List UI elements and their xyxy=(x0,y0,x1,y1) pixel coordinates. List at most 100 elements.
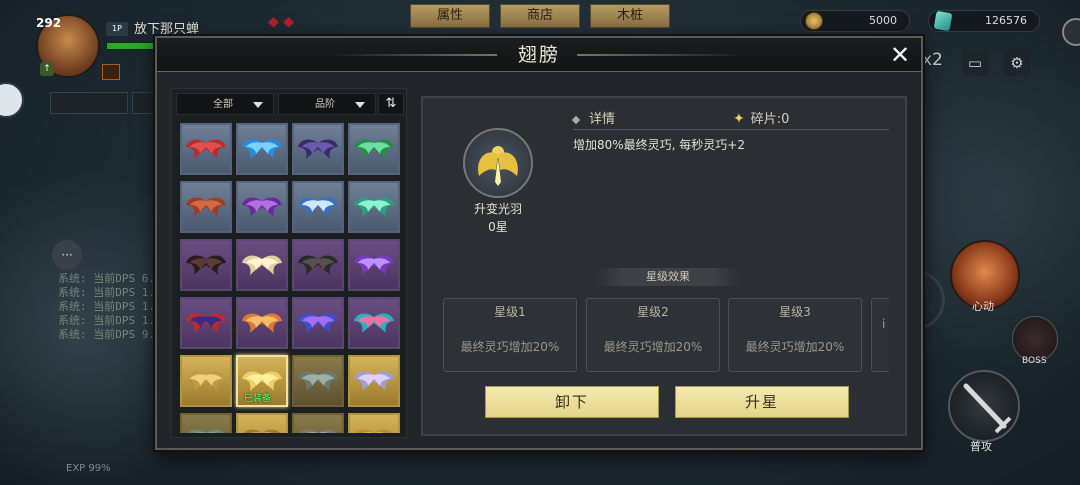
wing-slot[interactable] xyxy=(180,355,232,407)
gold-counter: 5000 xyxy=(800,10,910,32)
wing-slot[interactable] xyxy=(292,181,344,233)
star-card-effect: 最终灵巧增加20% xyxy=(745,340,845,354)
wing-slot[interactable]: 已装备 xyxy=(236,355,288,407)
chat-icon[interactable]: ··· xyxy=(52,240,82,270)
wing-slot[interactable] xyxy=(180,123,232,175)
wing-slot[interactable] xyxy=(292,413,344,433)
wing-slot[interactable] xyxy=(292,297,344,349)
wing-slot[interactable] xyxy=(348,355,400,407)
wing-slot[interactable] xyxy=(292,239,344,291)
skill-label: 心动 xyxy=(972,300,994,313)
wings-modal: 翅膀 ✕ 全部 品阶 ⇅ 已装备 升变光羽 0星 详情 ✦ 碎片:0 增加80%… xyxy=(155,36,923,450)
player-tag: 1P xyxy=(106,22,128,36)
wing-slot[interactable] xyxy=(348,413,400,433)
star-card: i xyxy=(871,298,889,372)
left-tab-2[interactable] xyxy=(132,92,156,114)
wing-slot[interactable] xyxy=(180,239,232,291)
speed-toggle[interactable]: x2 xyxy=(922,50,943,70)
left-tab-1[interactable] xyxy=(50,92,128,114)
wing-icon xyxy=(354,255,394,275)
wing-slot[interactable] xyxy=(292,123,344,175)
category-filter-label: 全部 xyxy=(213,99,233,110)
player-level: 292 xyxy=(36,16,62,30)
wing-slot[interactable] xyxy=(236,413,288,433)
star-effects-header: 星级效果 xyxy=(595,268,741,286)
upgrade-star-button[interactable]: 升星 xyxy=(675,386,849,418)
wing-grid: 已装备 xyxy=(180,123,406,433)
divider xyxy=(573,129,889,130)
wing-slot[interactable] xyxy=(236,297,288,349)
wing-icon xyxy=(298,139,338,159)
wing-icon xyxy=(300,429,336,433)
display-icon[interactable]: ▭ xyxy=(962,50,988,76)
wing-icon xyxy=(186,313,226,333)
sword-icon xyxy=(963,383,1012,434)
wing-icon xyxy=(242,371,282,391)
exp-label: EXP 99% xyxy=(66,463,111,474)
star-card-title: 星级3 xyxy=(779,305,811,319)
wing-icon xyxy=(354,371,394,391)
sort-icon[interactable]: ⇅ xyxy=(378,93,404,115)
wing-slot[interactable] xyxy=(180,181,232,233)
category-filter[interactable]: 全部 xyxy=(176,93,274,115)
wing-icon xyxy=(298,255,338,275)
wing-icon xyxy=(354,139,394,159)
wing-slot[interactable] xyxy=(348,239,400,291)
star-card-title: 星级1 xyxy=(494,305,526,319)
gear-icon[interactable]: ⚙ xyxy=(1004,50,1030,76)
wing-icon xyxy=(354,197,394,217)
gold-value: 5000 xyxy=(869,14,897,27)
equipped-badge: 已装备 xyxy=(244,394,272,404)
tab-dummy[interactable]: 木桩 xyxy=(590,4,670,28)
boss-label: BOSS xyxy=(1022,356,1047,366)
wing-slot[interactable] xyxy=(180,413,232,433)
star-card-effect: 最终灵巧增加20% xyxy=(460,340,560,354)
wing-slot[interactable] xyxy=(292,355,344,407)
header-ornament-left xyxy=(327,54,497,56)
quality-filter-label: 品阶 xyxy=(315,99,335,110)
blood-decoration-icon: ◆ ◆ xyxy=(268,14,294,30)
wing-icon xyxy=(242,139,282,159)
wing-icon xyxy=(186,371,226,391)
gem-counter: 126576 xyxy=(928,10,1040,32)
star-card: 星级3 最终灵巧增加20% xyxy=(728,298,862,372)
modal-header: 翅膀 ✕ xyxy=(157,38,921,72)
tab-attributes[interactable]: 属性 xyxy=(410,4,490,28)
details-header: 详情 xyxy=(571,108,615,127)
wing-icon xyxy=(188,429,224,433)
coin-icon xyxy=(805,12,823,30)
wing-icon xyxy=(186,197,226,217)
wing-description: 增加80%最终灵巧, 每秒灵巧+2 xyxy=(573,138,745,152)
tab-shop[interactable]: 商店 xyxy=(500,4,580,28)
wing-slot[interactable] xyxy=(236,123,288,175)
wing-slot[interactable] xyxy=(180,297,232,349)
player-status-icon: ↑ xyxy=(40,62,54,76)
close-icon[interactable]: ✕ xyxy=(885,40,915,70)
wing-icon xyxy=(186,139,226,159)
wing-slot[interactable] xyxy=(236,181,288,233)
wing-slot[interactable] xyxy=(236,239,288,291)
star-card-title: 星级2 xyxy=(637,305,669,319)
shard-label: 碎片:0 xyxy=(750,112,790,127)
wing-list-panel: 全部 品阶 ⇅ 已装备 xyxy=(171,88,407,438)
wing-icon xyxy=(186,255,226,275)
unequip-button[interactable]: 卸下 xyxy=(485,386,659,418)
diamond-icon xyxy=(571,115,581,124)
wing-slot[interactable] xyxy=(348,123,400,175)
modal-title: 翅膀 xyxy=(517,44,560,66)
quality-filter[interactable]: 品阶 xyxy=(278,93,376,115)
wing-slot[interactable] xyxy=(348,181,400,233)
wing-slot[interactable] xyxy=(348,297,400,349)
chevron-down-icon xyxy=(253,102,263,108)
attack-button[interactable] xyxy=(948,370,1020,442)
attack-label: 普攻 xyxy=(970,440,992,453)
wing-preview xyxy=(463,128,533,198)
star-effects-list[interactable]: 星级1 最终灵巧增加20% 星级2 最终灵巧增加20% 星级3 最终灵巧增加20… xyxy=(443,298,889,374)
log-line: 系统: 当前DPS 9... xyxy=(58,328,169,341)
header-ornament-right xyxy=(577,54,747,56)
shard-counter: ✦ 碎片:0 xyxy=(733,108,789,127)
gem-value: 126576 xyxy=(985,14,1027,27)
wing-icon xyxy=(298,197,338,217)
wing-icon xyxy=(242,313,282,333)
wing-star-count: 0星 xyxy=(488,220,508,234)
